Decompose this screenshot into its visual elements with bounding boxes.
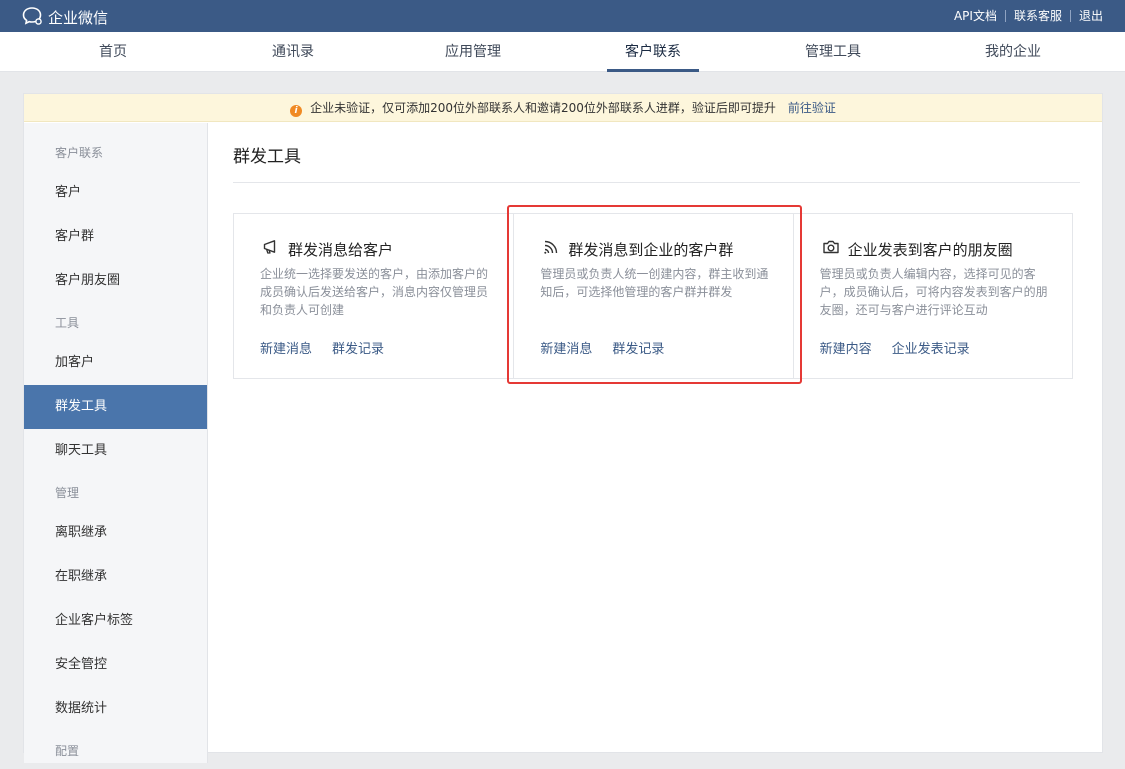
tool-title: 群发消息到企业的客户群 [568, 240, 734, 259]
tool-description: 管理员或负责人统一创建内容，群主收到通知后，可选择他管理的客户群并群发 [540, 267, 769, 299]
sidebar-item-customer-groups[interactable]: 客户群 [24, 215, 207, 259]
tab-contacts[interactable]: 通讯录 [233, 32, 353, 72]
tool-description: 管理员或负责人编辑内容，选择可见的客户，成员确认后，可将内容发表到客户的朋友圈，… [819, 267, 1048, 317]
tool-card-header: 企业发表到客户的朋友圈 [822, 238, 1013, 260]
tool-cards: 群发消息给客户 企业统一选择要发送的客户，由添加客户的成员确认后发送给客户，消息… [233, 213, 1073, 379]
new-message-link[interactable]: 新建消息 [540, 338, 592, 357]
sidebar-group-customer-contact: 客户联系 [55, 146, 104, 160]
sidebar-item-customer-tags[interactable]: 企业客户标签 [24, 599, 207, 643]
sidebar: 客户联系 客户 客户群 客户朋友圈 工具 加客户 群发工具 聊天工具 管理 离职… [24, 123, 208, 763]
logout-link[interactable]: 退出 [1079, 8, 1103, 24]
notice-text: 企业未验证，仅可添加200位外部联系人和邀请200位外部联系人进群，验证后即可提… [310, 101, 776, 115]
verification-notice: i 企业未验证，仅可添加200位外部联系人和邀请200位外部联系人进群，验证后即可… [24, 94, 1102, 122]
new-content-link[interactable]: 新建内容 [820, 338, 872, 357]
content-area: 群发工具 群发消息给客户 企业统一选择要发送的客户，由添加客户的成员确认后发送给… [209, 123, 1102, 743]
link-separator [1004, 10, 1006, 22]
tab-my-enterprise[interactable]: 我的企业 [953, 32, 1073, 72]
tool-card-header: 群发消息到企业的客户群 [542, 238, 733, 260]
tool-card-mass-send-customers: 群发消息给客户 企业统一选择要发送的客户，由添加客户的成员确认后发送给客户，消息… [234, 214, 513, 378]
new-message-link[interactable]: 新建消息 [260, 338, 312, 357]
sidebar-item-mass-send-tool[interactable]: 群发工具 [24, 385, 207, 429]
sidebar-item-active-inheritance[interactable]: 在职继承 [24, 555, 207, 599]
tool-card-moments-post: 企业发表到客户的朋友圈 管理员或负责人编辑内容，选择可见的客户，成员确认后，可将… [792, 214, 1072, 378]
top-bar: 企业微信 API文档 联系客服 退出 [0, 0, 1125, 32]
sidebar-group-tools: 工具 [55, 316, 80, 330]
sidebar-group-config: 配置 [55, 744, 80, 758]
tab-home[interactable]: 首页 [53, 32, 173, 72]
post-history-link[interactable]: 企业发表记录 [892, 338, 970, 357]
tool-card-mass-send-groups: 群发消息到企业的客户群 管理员或负责人统一创建内容，群主收到通知后，可选择他管理… [513, 214, 792, 378]
camera-icon [822, 238, 840, 260]
megaphone-icon [262, 238, 280, 260]
warning-icon: i [290, 105, 303, 117]
page-title: 群发工具 [233, 147, 301, 167]
tool-links: 新建内容 企业发表记录 [820, 338, 970, 357]
tool-description: 企业统一选择要发送的客户，由添加客户的成员确认后发送给客户，消息内容仅管理员和负… [260, 267, 489, 317]
sidebar-item-customer-moments[interactable]: 客户朋友圈 [24, 259, 207, 303]
link-separator [1069, 10, 1071, 22]
sidebar-group-management: 管理 [55, 486, 80, 500]
title-divider [233, 182, 1080, 183]
tool-links: 新建消息 群发记录 [540, 338, 664, 357]
brand-name: 企业微信 [48, 9, 109, 27]
broadcast-icon [542, 238, 560, 260]
send-history-link[interactable]: 群发记录 [332, 338, 384, 357]
sidebar-item-security-control[interactable]: 安全管控 [24, 643, 207, 687]
tool-links: 新建消息 群发记录 [260, 338, 384, 357]
wecom-logo-icon [22, 6, 44, 30]
sidebar-item-statistics[interactable]: 数据统计 [24, 687, 207, 731]
main-nav: 首页 通讯录 应用管理 客户联系 管理工具 我的企业 [0, 32, 1125, 72]
top-links: API文档 联系客服 退出 [954, 8, 1103, 24]
sidebar-item-chat-tools[interactable]: 聊天工具 [24, 429, 207, 473]
tool-title: 群发消息给客户 [288, 240, 394, 259]
support-link[interactable]: 联系客服 [1014, 8, 1062, 24]
brand[interactable]: 企业微信 [22, 6, 108, 30]
main-panel: i 企业未验证，仅可添加200位外部联系人和邀请200位外部联系人进群，验证后即可… [23, 93, 1103, 763]
sidebar-item-add-customer[interactable]: 加客户 [24, 341, 207, 385]
send-history-link[interactable]: 群发记录 [612, 338, 664, 357]
tool-card-header: 群发消息给客户 [262, 238, 393, 260]
sidebar-item-customers[interactable]: 客户 [24, 171, 207, 215]
tab-customer-contact[interactable]: 客户联系 [593, 32, 713, 72]
tab-management-tools[interactable]: 管理工具 [773, 32, 893, 72]
sidebar-item-resigned-inheritance[interactable]: 离职继承 [24, 511, 207, 555]
tab-app-management[interactable]: 应用管理 [413, 32, 533, 72]
tool-title: 企业发表到客户的朋友圈 [847, 240, 1013, 259]
verify-link[interactable]: 前往验证 [788, 101, 836, 115]
api-docs-link[interactable]: API文档 [954, 8, 997, 24]
